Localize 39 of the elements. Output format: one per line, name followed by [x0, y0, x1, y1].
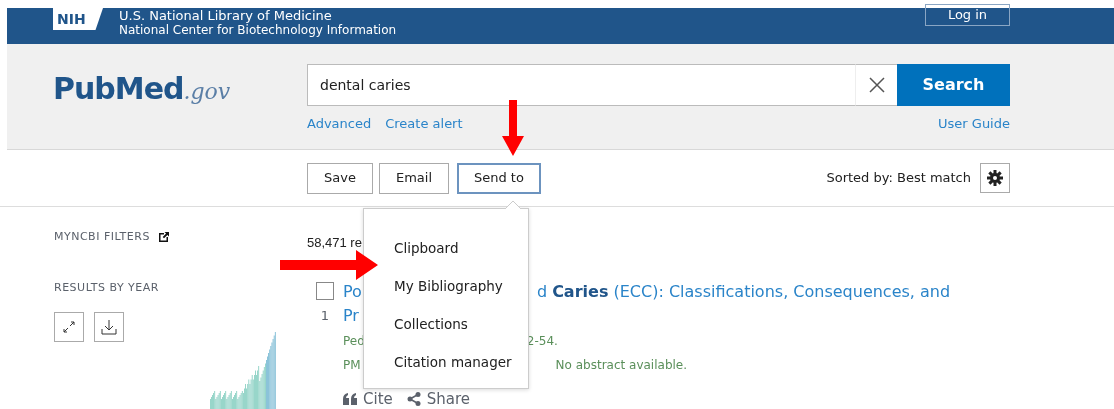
quote-icon	[343, 392, 357, 405]
toolbar-button[interactable]: Save	[307, 162, 373, 194]
abstract-note: No abstract available.	[555, 356, 688, 374]
pubmed-logo[interactable]: PubMed.gov	[53, 66, 307, 149]
login-button[interactable]: Log in	[925, 4, 1010, 26]
result-title[interactable]: Pr	[343, 305, 359, 325]
toolbar-button[interactable]: Send to	[457, 162, 541, 194]
sort-label: Sorted by: Best match	[826, 169, 971, 188]
result-title[interactable]: d Caries (ECC): Classifications, Consequences, and	[536, 279, 951, 304]
annotation-arrow	[502, 100, 524, 156]
menu-item[interactable]: My Bibliography	[394, 267, 503, 305]
search-link[interactable]: Create alert	[385, 114, 463, 134]
menu-item[interactable]: Collections	[394, 305, 468, 343]
org-name: U.S. National Library of Medicine	[119, 9, 333, 23]
chart-heading: RESULTS BY YEAR	[54, 279, 160, 296]
expand-icon[interactable]	[54, 312, 84, 342]
external-link-icon[interactable]	[157, 231, 170, 244]
menu-item[interactable]: Clipboard	[394, 229, 459, 267]
search-button[interactable]: Search	[897, 64, 1010, 106]
journal-citation: 2-54.	[526, 332, 558, 350]
result-checkbox[interactable]	[316, 281, 334, 300]
result-number: 1	[320, 306, 330, 325]
org-subtitle: National Center for Biotechnology Information	[119, 23, 397, 37]
result-title[interactable]: Po	[343, 279, 362, 304]
search-link[interactable]: Advanced	[307, 114, 372, 134]
user-guide-link[interactable]: User Guide	[938, 114, 1010, 134]
menu-item[interactable]: Citation manager	[394, 343, 512, 381]
share-icon	[406, 391, 421, 406]
toolbar-button[interactable]: Email	[378, 162, 449, 194]
cite-link[interactable]: Cite	[363, 387, 393, 409]
clear-icon[interactable]	[855, 64, 897, 106]
pmid-label: PM	[343, 356, 361, 374]
download-icon[interactable]	[94, 312, 124, 342]
nih-logo[interactable]: NIH	[53, 8, 103, 30]
settings-icon[interactable]	[980, 163, 1010, 193]
result-count: 58,471 re	[307, 234, 362, 252]
share-link[interactable]: Share	[426, 387, 471, 409]
search-field[interactable]: dental caries	[307, 64, 855, 106]
filters-heading: MYNCBI FILTERS	[54, 229, 150, 245]
